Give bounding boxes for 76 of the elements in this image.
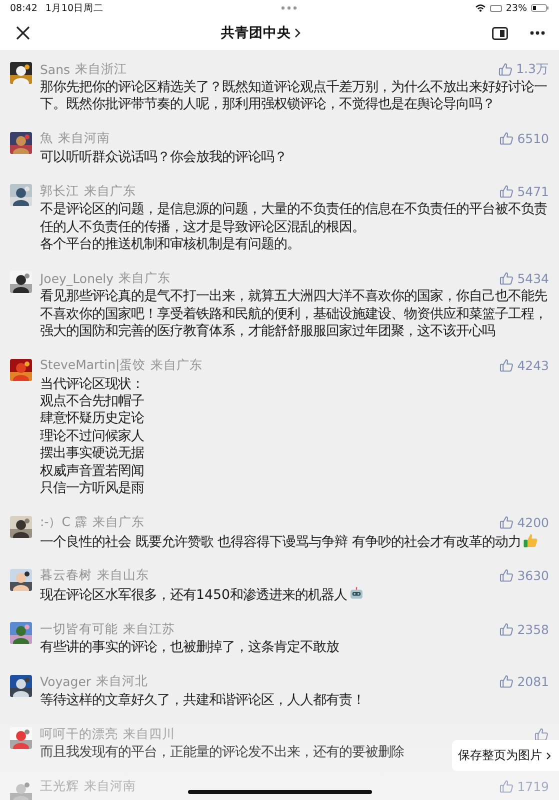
thumbs-up-icon: [522, 532, 538, 548]
like-icon[interactable]: [534, 726, 549, 742]
like-count: 2358: [517, 622, 549, 637]
comment-text: 不是评论区的问题，是信息源的问题，大量的不负责任的信息在不负责任的平台被不负责任的人不负责任的传播，这才是导致评论区混乱的根因。: [40, 202, 547, 235]
user-name[interactable]: 一切皆有可能: [40, 620, 118, 638]
comment-text: 那你先把你的评论区精选关了？既然知道评论观点千差万别，为什么不放出来好好讨论一下。既然你批评带节奏的人呢，那利用强权锁评论，不觉得也是在舆论导向吗？: [40, 80, 547, 112]
battery-percent: 23%: [506, 2, 527, 14]
user-location: 来自河南: [84, 778, 136, 796]
like-icon[interactable]: [499, 622, 514, 637]
like-icon[interactable]: [499, 131, 514, 146]
user-name[interactable]: Sans: [40, 62, 70, 76]
comment-text: 权威声音置若罔闻: [40, 464, 144, 479]
comment-text: 理论不过问候家人: [40, 428, 144, 444]
user-name[interactable]: 王光辉: [40, 778, 79, 796]
comment-text: 有些讲的事实的评论，也被删掉了，这条肯定不敢放: [40, 640, 339, 656]
like-icon[interactable]: [499, 568, 514, 584]
comment-text: 肆意怀疑历史定论: [40, 411, 144, 426]
user-location: 来自河北: [96, 673, 148, 690]
robot-icon: [349, 586, 364, 601]
user-name[interactable]: SteveMartin|蛋饺: [40, 357, 146, 374]
like-count: 4243: [517, 358, 549, 374]
like-count: 1.3万: [516, 60, 549, 78]
user-name[interactable]: :-）C 霹: [40, 514, 88, 531]
window-icon[interactable]: [492, 26, 508, 40]
like-icon[interactable]: [499, 515, 514, 530]
user-name[interactable]: 呵呵干的漂亮: [40, 726, 118, 743]
user-location: 来自四川: [123, 726, 175, 743]
like-count: 1719: [517, 779, 549, 794]
user-name[interactable]: 魚: [40, 130, 53, 148]
comment-text: 当代评论区现状：: [40, 376, 144, 392]
like-count: 5471: [517, 184, 549, 199]
user-location: 来自江苏: [123, 620, 175, 638]
like-count: 3630: [517, 568, 549, 584]
like-count: 2081: [517, 674, 549, 690]
like-icon[interactable]: [499, 358, 514, 374]
user-location: 来自广东: [118, 270, 171, 287]
comment-text: 观点不合先扣帽子: [40, 394, 144, 410]
comment-text: 看见那些评论真的是气不打一出来，就算五大洲四大洋不喜欢你的国家，你自己也不能先不喜欢你的国家吧！享受着铁路和民航的便利，基础设施建设、物资供应和菜篮子工程，强大的国防和完善的医疗教育体系，才能舒舒服服回家过年团聚，这不该开心吗: [40, 289, 547, 340]
comment-text: 可以听听群众说话吗？你会放我的评论吗？: [40, 150, 287, 165]
user-name[interactable]: 郭长江: [40, 182, 79, 200]
comment-text: 只信一方听风是雨: [40, 481, 144, 496]
user-location: 来自广东: [92, 514, 144, 531]
like-icon[interactable]: [499, 184, 514, 199]
dots-icon: [281, 6, 298, 10]
close-icon[interactable]: [16, 26, 30, 40]
wifi-icon: [474, 4, 486, 12]
comment-text: 现在评论区水军很多，还有1450和渗透进来的机器人: [40, 588, 348, 603]
user-location: 来自广东: [84, 182, 136, 200]
more-icon[interactable]: [530, 31, 545, 35]
user-location: 来自浙江: [75, 60, 128, 78]
like-count: 6510: [517, 131, 549, 146]
comment-text: 一个良性的社会 既要允许赞歌 也得容得下谩骂与争辩 有争吵的社会才有改革的动力: [40, 534, 521, 550]
like-count: 4200: [517, 515, 549, 530]
save-page-button[interactable]: 保存整页为图片: [452, 740, 559, 771]
status-time: 08:42: [10, 2, 38, 14]
like-icon[interactable]: [499, 674, 514, 690]
like-icon[interactable]: [499, 779, 514, 794]
comment-text: 摆出事实硬说无据: [40, 446, 144, 462]
chevron-icon[interactable]: [294, 28, 301, 38]
status-date: 1月10日周二: [45, 2, 104, 14]
user-name[interactable]: 暮云春树: [40, 567, 92, 584]
battery-icon: [531, 4, 549, 12]
like-count: 5434: [517, 270, 549, 286]
user-name[interactable]: Joey_Lonely: [40, 270, 114, 286]
like-icon[interactable]: [499, 270, 514, 286]
user-location: 来自山东: [97, 567, 149, 584]
account-title[interactable]: 共青团中央: [221, 24, 291, 42]
user-location: 来自广东: [150, 357, 203, 374]
user-name[interactable]: Voyager: [40, 674, 92, 690]
cellular-icon: [490, 4, 502, 12]
comment-text: 而且我发现有的平台，正能量的评论发不出来，还有的要被删除: [40, 745, 404, 760]
comment-text: 等待这样的文章好久了，共建和谐评论区，人人都有责！: [40, 692, 365, 708]
chevron-icon: [546, 752, 551, 760]
like-icon[interactable]: [498, 62, 514, 76]
user-location: 来自河南: [58, 130, 110, 148]
comment-text: 各个平台的推送机制和审核机制是有问题的。: [40, 237, 300, 252]
